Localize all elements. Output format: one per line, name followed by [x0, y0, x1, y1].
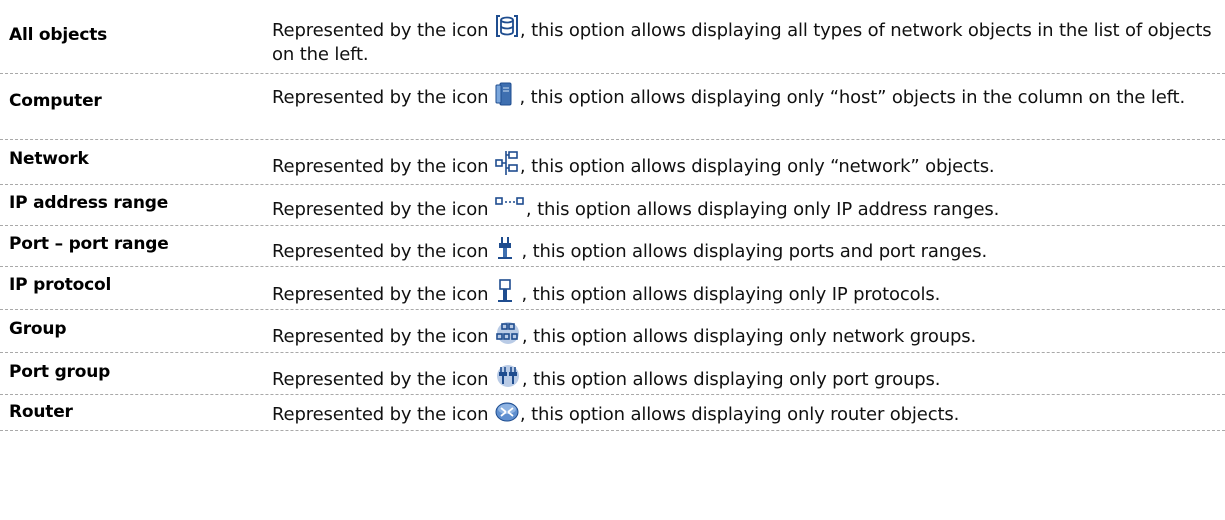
row-description: Represented by the icon , this option al…	[272, 82, 1217, 110]
row-description: Represented by the icon , this option al…	[272, 196, 1217, 222]
desc-text: , this option allows displaying only IP …	[515, 284, 941, 305]
row-description: Represented by the icon , this option al…	[272, 364, 1217, 392]
row-term: Port group	[9, 362, 111, 382]
table-row: Router Represented by the icon , this op…	[0, 395, 1225, 431]
desc-text: Represented by the icon	[272, 20, 494, 41]
ip-range-icon	[495, 196, 525, 218]
desc-text: , this option allows displaying only net…	[521, 326, 977, 347]
desc-text: , this option allows displaying only rou…	[519, 404, 960, 425]
table-row: Group Represented by the icon , this opt…	[0, 310, 1225, 353]
desc-text: Represented by the icon	[272, 199, 494, 220]
table-row: Port – port range Represented by the ico…	[0, 226, 1225, 267]
row-term: Port – port range	[9, 234, 169, 254]
desc-text: , this option allows displaying ports an…	[515, 241, 988, 262]
desc-text: Represented by the icon	[272, 284, 494, 305]
computer-icon	[495, 82, 513, 106]
row-term: Group	[9, 319, 67, 339]
group-icon	[495, 321, 521, 345]
table-row: Network Represented by the icon , this o…	[0, 140, 1225, 185]
table-row: IP address range Represented by the icon…	[0, 185, 1225, 226]
port-group-icon	[495, 364, 521, 388]
row-term: Computer	[9, 91, 102, 111]
port-icon	[495, 236, 515, 260]
row-description: Represented by the icon , this option al…	[272, 151, 1217, 179]
row-term: All objects	[9, 25, 108, 45]
desc-text: Represented by the icon	[272, 326, 494, 347]
desc-text: , this option allows displaying only IP …	[525, 199, 1000, 220]
desc-text: , this option allows displaying only por…	[521, 369, 941, 390]
desc-text: , this option allows displaying only “ho…	[513, 87, 1186, 108]
row-term: IP protocol	[9, 275, 112, 295]
table-row: IP protocol Represented by the icon , th…	[0, 267, 1225, 310]
row-term: Router	[9, 402, 73, 422]
desc-text: , this option allows displaying only “ne…	[519, 156, 995, 177]
desc-text: Represented by the icon	[272, 404, 494, 425]
row-term: IP address range	[9, 193, 169, 213]
row-description: Represented by the icon , this option al…	[272, 13, 1217, 67]
router-icon	[495, 401, 519, 423]
desc-text: Represented by the icon	[272, 87, 494, 108]
table-row: Computer Represented by the icon , this …	[0, 74, 1225, 140]
network-icon	[495, 151, 519, 175]
ip-protocol-icon	[495, 279, 515, 303]
row-description: Represented by the icon , this option al…	[272, 236, 1217, 264]
row-term: Network	[9, 149, 89, 169]
desc-text: Represented by the icon	[272, 369, 494, 390]
table-row: Port group Represented by the icon , thi…	[0, 353, 1225, 395]
table-row: All objects Represented by the icon , th…	[0, 0, 1225, 74]
desc-text: Represented by the icon	[272, 241, 494, 262]
row-description: Represented by the icon , this option al…	[272, 321, 1217, 349]
row-description: Represented by the icon , this option al…	[272, 401, 1217, 427]
desc-text: Represented by the icon	[272, 156, 494, 177]
row-description: Represented by the icon , this option al…	[272, 279, 1217, 307]
database-icon	[495, 13, 519, 39]
